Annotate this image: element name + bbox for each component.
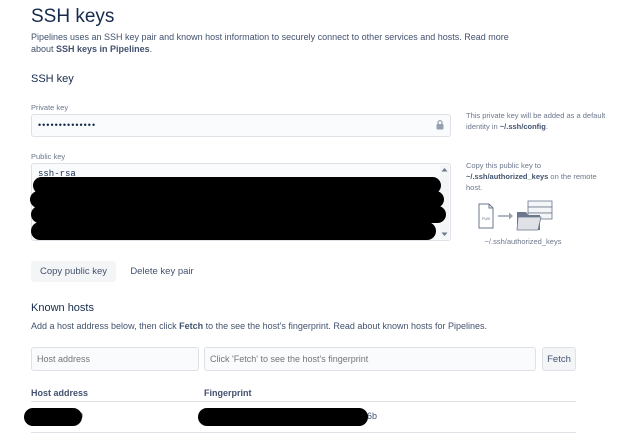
- public-key-label: Public key: [31, 152, 66, 161]
- delete-key-pair-button[interactable]: Delete key pair: [124, 261, 200, 282]
- page-title: SSH keys: [31, 6, 115, 27]
- chevron-up-icon[interactable]: [441, 167, 448, 172]
- private-key-label: Private key: [31, 103, 69, 112]
- fetch-term: Fetch: [179, 321, 204, 331]
- ssh-keys-link[interactable]: SSH keys in Pipelines: [56, 44, 150, 54]
- chevron-down-icon[interactable]: [441, 232, 448, 237]
- redaction-mark: [31, 206, 446, 223]
- known-hosts-desc-suffix: .: [484, 321, 488, 331]
- ssh-key-heading: SSH key: [31, 73, 74, 85]
- page-description: Pipelines uses an SSH key pair and known…: [31, 31, 521, 55]
- column-header-host-address: Host address: [31, 388, 89, 398]
- illustration-caption: ~/.ssh/authorized_keys: [484, 237, 562, 246]
- fetch-button[interactable]: Fetch: [542, 347, 576, 371]
- public-key-help: Copy this public key to ~/.ssh/authorize…: [466, 160, 608, 193]
- private-help-path: ~/.ssh/config: [499, 122, 546, 131]
- private-key-value: ••••••••••••••: [38, 120, 97, 130]
- private-key-field[interactable]: ••••••••••••••: [31, 114, 451, 137]
- server-folder-icon: [516, 200, 553, 231]
- known-hosts-desc-text: Add a host address below, then click: [31, 321, 180, 331]
- private-help-suffix: .: [545, 122, 548, 131]
- redaction-mark: [24, 408, 82, 426]
- authorized-keys-illustration: PUB: [478, 200, 553, 231]
- known-hosts-desc-middle: to the see the host's fingerprint. Read …: [203, 321, 383, 331]
- column-header-fingerprint: Fingerprint: [204, 388, 252, 398]
- table-header-divider: [31, 401, 576, 402]
- table-row-divider: [31, 432, 576, 433]
- description-suffix: .: [149, 44, 153, 54]
- redaction-mark: [31, 222, 436, 240]
- known-hosts-heading: Known hosts: [31, 302, 94, 314]
- fingerprint-cell: 6b: [367, 411, 378, 421]
- known-hosts-link[interactable]: known hosts for Pipelines: [382, 321, 484, 331]
- public-help-path: ~/.ssh/authorized_keys: [466, 172, 549, 181]
- document-icon: PUB: [478, 203, 494, 229]
- host-address-input[interactable]: [31, 347, 199, 371]
- arrow-icon: [498, 212, 513, 220]
- redaction-mark: [198, 408, 368, 426]
- document-label: PUB: [482, 216, 491, 221]
- private-key-help: This private key will be added as a defa…: [466, 110, 608, 132]
- known-hosts-description: Add a host address below, then click Fet…: [31, 321, 487, 331]
- lock-icon: [436, 120, 444, 130]
- public-help-text: Copy this public key to: [466, 161, 542, 170]
- copy-public-key-button[interactable]: Copy public key: [31, 261, 116, 282]
- fingerprint-field[interactable]: [204, 347, 536, 371]
